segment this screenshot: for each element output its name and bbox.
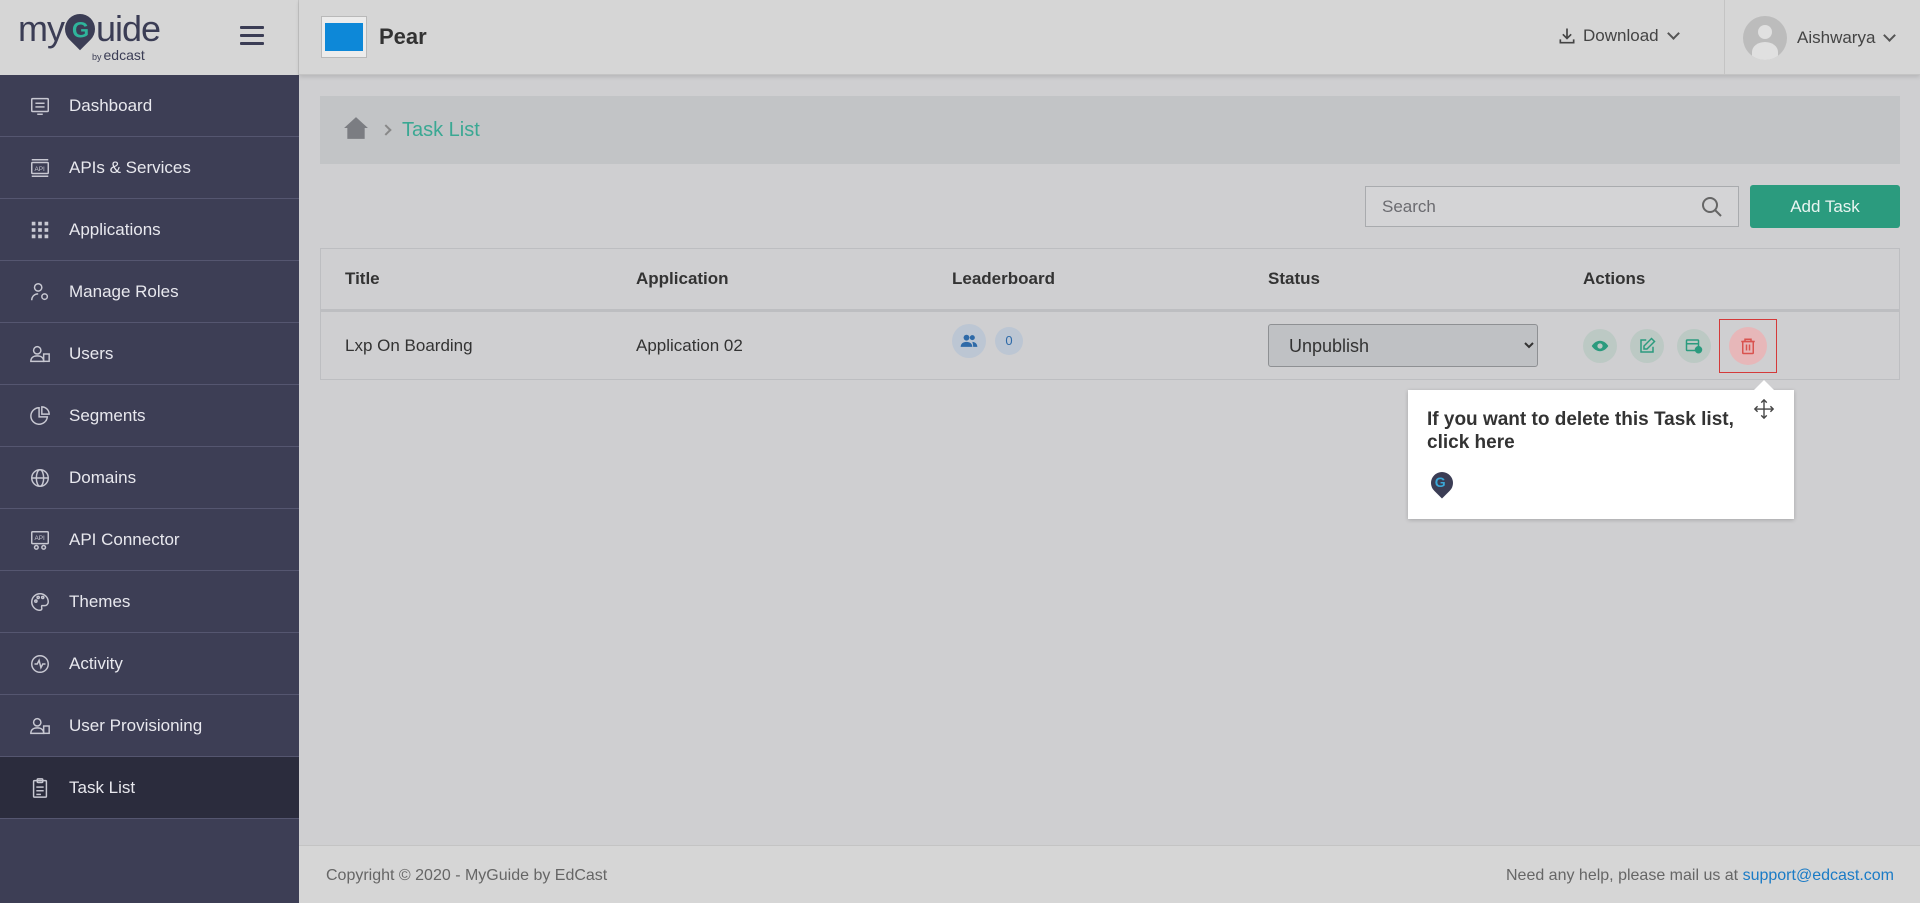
task-table: Title Application Leaderboard Status Act… — [320, 248, 1900, 380]
sidebar-item-label: Applications — [69, 219, 161, 239]
header-divider — [1724, 0, 1725, 75]
sidebar-item-apis-services[interactable]: API APIs & Services — [0, 137, 299, 199]
help-text: Need any help, please mail us at — [1505, 867, 1739, 884]
pie-icon — [28, 404, 52, 428]
myguide-pin-icon[interactable] — [1426, 467, 1458, 499]
footer: Copyright © 2020 - MyGuide by EdCast Nee… — [299, 845, 1920, 903]
column-header-status: Status — [1268, 269, 1320, 288]
breadcrumb: Task List — [320, 96, 1900, 164]
api-icon: API — [28, 156, 52, 180]
table-row: Lxp On Boarding Application 02 0 Unpubli… — [321, 312, 1899, 379]
api-connector-icon: API — [28, 528, 52, 552]
status-select[interactable]: Unpublish — [1268, 324, 1538, 367]
delete-highlight-box — [1719, 318, 1777, 373]
myguide-logo[interactable]: myuide — [18, 7, 161, 51]
column-header-title: Title — [345, 269, 380, 288]
app-name: Pear — [379, 24, 427, 49]
column-header-application: Application — [636, 269, 729, 288]
task-title: Lxp On Boarding — [345, 335, 473, 355]
sidebar-item-label: Activity — [69, 653, 123, 673]
sidebar-item-label: Segments — [69, 405, 146, 425]
add-task-button[interactable]: Add Task — [1750, 185, 1900, 228]
download-label: Download — [1583, 26, 1659, 45]
app-logo-swatch — [325, 23, 363, 51]
logo-pin-icon — [58, 7, 102, 51]
download-icon — [1559, 28, 1575, 44]
column-header-actions: Actions — [1583, 269, 1646, 288]
sidebar-item-label: Users — [69, 343, 114, 363]
search-icon[interactable] — [1700, 195, 1724, 219]
search-input[interactable] — [1366, 196, 1700, 217]
sidebar-item-segments[interactable]: Segments — [0, 385, 299, 447]
svg-text:API: API — [35, 165, 46, 172]
users-icon — [28, 342, 52, 366]
help-text-wrap: Need any help, please mail us at support… — [1506, 867, 1894, 885]
sidebar-item-activity[interactable]: Activity — [0, 633, 299, 695]
sidebar-item-label: Task List — [69, 777, 136, 797]
svg-text:API: API — [35, 535, 46, 542]
sidebar-item-task-list[interactable]: Task List — [0, 757, 299, 819]
home-icon[interactable] — [342, 115, 370, 146]
leaderboard-count-badge: 0 — [995, 326, 1023, 355]
copyright-text: Copyright © 2020 - MyGuide by EdCast — [326, 867, 608, 884]
user-name: Aishwarya — [1797, 28, 1876, 47]
hamburger-menu-icon[interactable] — [240, 26, 264, 46]
table-header: Title Application Leaderboard Status Act… — [321, 249, 1899, 312]
clipboard-icon — [28, 776, 52, 800]
row-actions — [1583, 318, 1899, 373]
sidebar-item-label: User Provisioning — [69, 715, 203, 735]
sidebar: myuide byedcast Dashboard API APIs & Ser… — [0, 0, 299, 903]
edit-icon — [1640, 336, 1656, 353]
delete-button[interactable] — [1729, 326, 1767, 365]
eye-icon — [1591, 340, 1609, 351]
sidebar-item-applications[interactable]: Applications — [0, 199, 299, 261]
top-header: Pear Download Aishwarya — [299, 0, 1920, 75]
user-menu[interactable]: Aishwarya — [1743, 16, 1897, 60]
guide-tooltip: If you want to delete this Task list, cl… — [1408, 380, 1794, 519]
support-email-link[interactable]: support@edcast.com — [1743, 867, 1894, 884]
sidebar-item-themes[interactable]: Themes — [0, 571, 299, 633]
grid-icon — [28, 218, 52, 242]
user-provisioning-icon — [28, 714, 52, 738]
task-settings-icon — [1685, 338, 1703, 353]
user-gear-icon — [28, 280, 52, 304]
sidebar-item-label: Domains — [69, 467, 137, 487]
avatar — [1743, 16, 1787, 60]
edit-button[interactable] — [1630, 328, 1664, 363]
task-application: Application 02 — [636, 335, 743, 355]
leaderboard-cell: 0 — [952, 323, 1268, 358]
globe-icon — [28, 466, 52, 490]
activity-icon — [28, 652, 52, 676]
sidebar-item-label: APIs & Services — [69, 157, 191, 177]
search-box — [1365, 186, 1739, 227]
sidebar-item-manage-roles[interactable]: Manage Roles — [0, 261, 299, 323]
trash-icon — [1741, 338, 1755, 354]
move-icon[interactable] — [1753, 398, 1775, 420]
sidebar-item-api-connector[interactable]: API API Connector — [0, 509, 299, 571]
sidebar-item-users[interactable]: Users — [0, 323, 299, 385]
app-logo — [321, 16, 367, 58]
breadcrumb-current: Task List — [402, 118, 480, 141]
column-header-leaderboard: Leaderboard — [952, 269, 1055, 288]
palette-icon — [28, 590, 52, 614]
dashboard-icon — [28, 94, 52, 118]
view-button[interactable] — [1583, 328, 1617, 363]
sidebar-item-label: Dashboard — [69, 95, 153, 115]
tooltip-text: If you want to delete this Task list, cl… — [1427, 409, 1734, 453]
download-dropdown[interactable]: Download — [1557, 26, 1680, 46]
sidebar-item-dashboard[interactable]: Dashboard — [0, 75, 299, 137]
chevron-down-icon — [1883, 29, 1897, 42]
chevron-down-icon — [1666, 27, 1680, 40]
sidebar-item-user-provisioning[interactable]: User Provisioning — [0, 695, 299, 757]
sidebar-item-label: Manage Roles — [69, 281, 179, 301]
brand-area: myuide byedcast — [0, 0, 299, 75]
leaderboard-users-icon[interactable] — [952, 323, 986, 358]
chevron-right-icon — [380, 124, 392, 136]
sidebar-item-label: API Connector — [69, 529, 180, 549]
sidebar-item-label: Themes — [69, 591, 131, 611]
sidebar-item-domains[interactable]: Domains — [0, 447, 299, 509]
logo-byline: by edcast — [92, 47, 145, 63]
settings-button[interactable] — [1677, 328, 1711, 363]
